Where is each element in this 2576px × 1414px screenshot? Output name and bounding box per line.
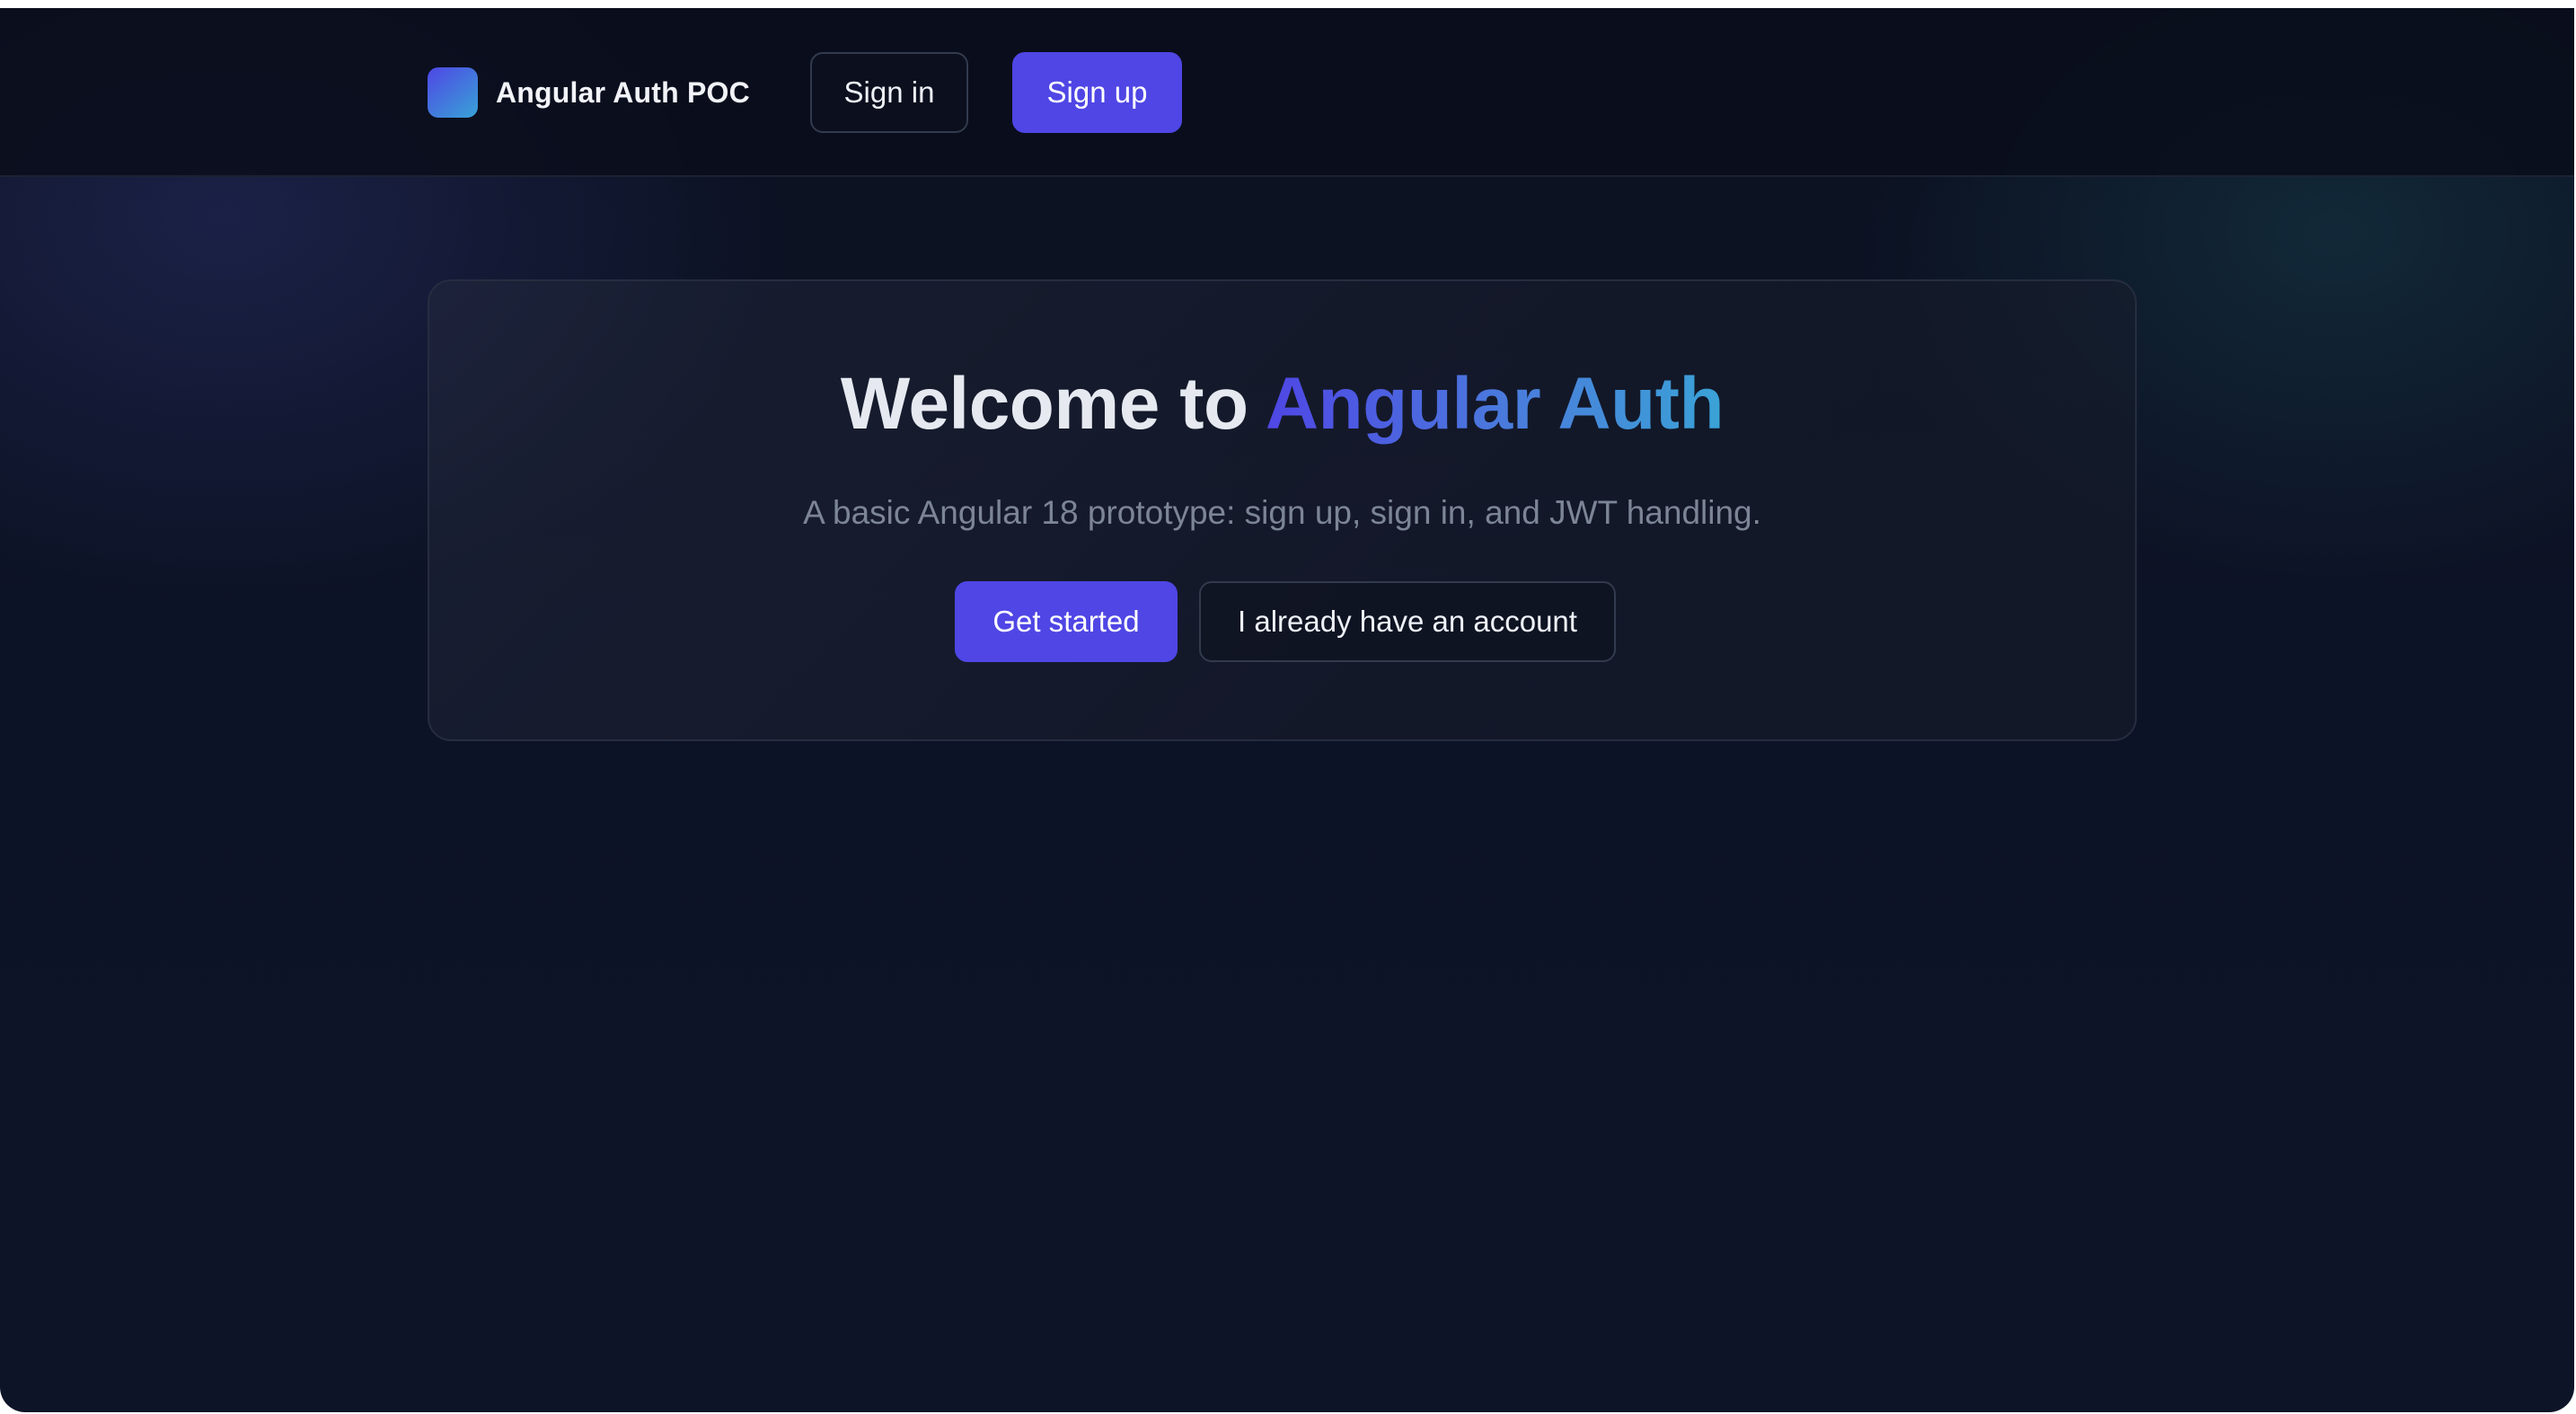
sign-in-button[interactable]: Sign in [810, 52, 968, 133]
brand-name: Angular Auth POC [496, 75, 750, 109]
title-accent: Angular Auth [1265, 363, 1725, 445]
get-started-button[interactable]: Get started [955, 581, 1178, 662]
app-window: Angular Auth POC Sign in Sign up Welcome… [0, 8, 2574, 1412]
existing-account-button[interactable]: I already have an account [1199, 581, 1616, 662]
welcome-card: Welcome to Angular Auth A basic Angular … [428, 279, 2137, 741]
top-navbar: Angular Auth POC Sign in Sign up [0, 8, 2574, 177]
app-logo-icon [428, 67, 478, 118]
page-subtitle: A basic Angular 18 prototype: sign up, s… [803, 494, 1761, 531]
sign-up-button[interactable]: Sign up [1012, 52, 1182, 133]
title-prefix: Welcome to [840, 363, 1266, 445]
page-title: Welcome to Angular Auth [429, 367, 2135, 441]
brand[interactable]: Angular Auth POC [428, 67, 750, 118]
